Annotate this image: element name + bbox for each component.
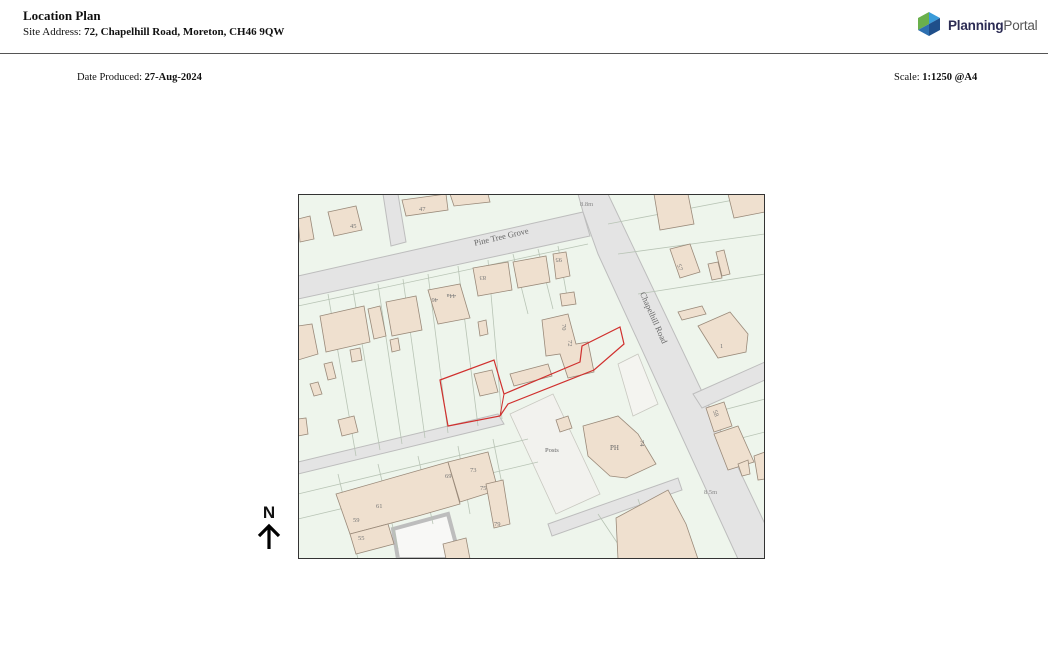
- spot-height-2: 8.5m: [704, 489, 717, 496]
- date-label: Date Produced:: [77, 72, 145, 83]
- house-number: 70: [560, 324, 567, 331]
- date-produced: Date Produced: 27-Aug-2024: [77, 72, 202, 83]
- north-arrow-icon: [257, 523, 281, 549]
- house-number: 44a: [447, 292, 457, 299]
- house-number: 47: [419, 206, 426, 213]
- location-map[interactable]: Pine Tree Grove Chapelhill Road 8.8m 8.5…: [298, 194, 765, 559]
- site-address: Site Address: 72, Chapelhill Road, Moret…: [23, 26, 284, 38]
- house-number: 61: [376, 503, 383, 510]
- house-number: 72: [566, 340, 573, 347]
- house-number: 69: [445, 473, 452, 480]
- planning-portal-logo-icon: [918, 12, 940, 36]
- house-number: 75: [480, 485, 487, 492]
- house-number: 55: [358, 535, 365, 542]
- site-address-value: 72, Chapelhill Road, Moreton, CH46 9QW: [84, 26, 285, 38]
- header-divider: [0, 53, 1048, 54]
- house-number: 45: [350, 223, 357, 230]
- house-number: 1: [720, 343, 723, 350]
- north-label: N: [262, 503, 276, 522]
- planning-portal-logo[interactable]: PlanningPortal: [916, 9, 1038, 41]
- logo-text-bold: Planning: [948, 17, 1004, 33]
- house-number: 83: [480, 274, 487, 281]
- logo-text: PlanningPortal: [948, 17, 1038, 33]
- house-number: 46: [431, 296, 438, 303]
- scale-label: Scale:: [894, 72, 923, 83]
- date-value: 27-Aug-2024: [144, 72, 202, 83]
- house-number: 74: [638, 440, 645, 447]
- location-plan-title: Location Plan: [23, 8, 101, 23]
- house-number: 59: [353, 517, 360, 524]
- site-address-label: Site Address:: [23, 26, 85, 38]
- house-number: 79: [494, 521, 501, 528]
- house-number: 73: [470, 467, 477, 474]
- building-label-posts: Posts: [545, 447, 559, 454]
- scale-value: 1:1250 @A4: [922, 72, 978, 83]
- north-arrow: N: [256, 504, 282, 555]
- scale: Scale: 1:1250 @A4: [894, 72, 977, 83]
- house-number: 95: [556, 256, 563, 263]
- spot-height-1: 8.8m: [580, 201, 593, 208]
- building-label-ph: PH: [610, 444, 619, 452]
- logo-text-light: Portal: [1003, 17, 1038, 33]
